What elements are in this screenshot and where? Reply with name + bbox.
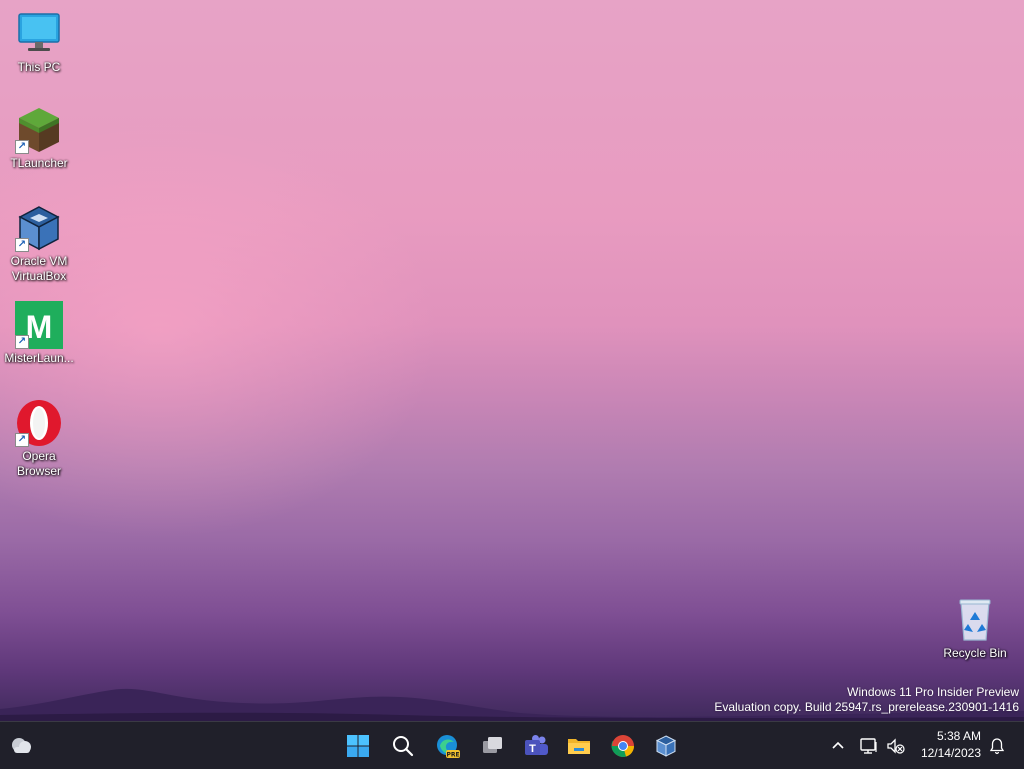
shortcut-arrow-icon: ↗ bbox=[15, 140, 29, 154]
computer-monitor-icon bbox=[15, 10, 63, 58]
desktop-icon-misterlauncher[interactable]: M ↗ MisterLaun... bbox=[1, 301, 77, 366]
shortcut-arrow-icon: ↗ bbox=[15, 238, 29, 252]
virtualbox-cube-icon: ↗ bbox=[15, 204, 63, 252]
evaluation-watermark: Windows 11 Pro Insider Preview Evaluatio… bbox=[714, 685, 1019, 715]
search-button[interactable] bbox=[387, 730, 419, 762]
search-icon bbox=[393, 736, 414, 757]
watermark-line-build: Evaluation copy. Build 25947.rs_prerelea… bbox=[714, 700, 1019, 714]
desktop-icon-virtualbox[interactable]: ↗ Oracle VM VirtualBox bbox=[1, 204, 77, 284]
green-m-icon: M ↗ bbox=[15, 301, 63, 349]
task-view-icon bbox=[483, 737, 502, 753]
recycle-bin-icon bbox=[951, 596, 999, 644]
speaker-muted-icon bbox=[887, 738, 905, 754]
chrome-button[interactable] bbox=[607, 730, 639, 762]
virtualbox-cube-icon bbox=[655, 735, 677, 757]
watermark-line-edition: Windows 11 Pro Insider Preview bbox=[847, 685, 1019, 699]
desktop-icon-label: Opera Browser bbox=[16, 449, 61, 478]
desktop-icon-tlauncher[interactable]: ↗ TLauncher bbox=[1, 106, 77, 171]
opera-o-icon: ↗ bbox=[15, 399, 63, 447]
desktop: This PC ↗ TLauncher ↗ Oracle VM VirtualB… bbox=[0, 0, 1024, 721]
clock-time: 5:38 AM bbox=[936, 729, 981, 743]
edge-pre-icon: PRE bbox=[437, 735, 460, 759]
svg-text:PRE: PRE bbox=[446, 752, 459, 759]
taskbar: PRE T 5:38 AM 12/14/2023 bbox=[0, 721, 1024, 769]
cloud-weather-icon bbox=[12, 738, 31, 753]
teams-button[interactable]: T bbox=[520, 730, 552, 762]
desktop-icon-label: This PC bbox=[17, 60, 61, 74]
file-explorer-button[interactable] bbox=[563, 730, 595, 762]
notifications-button[interactable] bbox=[981, 730, 1013, 762]
task-view-button[interactable] bbox=[476, 730, 508, 762]
bell-icon bbox=[989, 738, 1005, 755]
chevron-up-icon bbox=[832, 741, 844, 749]
shortcut-arrow-icon: ↗ bbox=[15, 335, 29, 349]
folder-icon bbox=[568, 739, 590, 754]
clock-button[interactable]: 5:38 AM 12/14/2023 bbox=[921, 728, 981, 762]
desktop-icon-this-pc[interactable]: This PC bbox=[1, 10, 77, 75]
chrome-icon bbox=[611, 735, 634, 757]
svg-text:M: M bbox=[26, 309, 53, 345]
windows-logo-icon bbox=[347, 735, 369, 757]
desktop-icon-recycle-bin[interactable]: Recycle Bin bbox=[937, 596, 1013, 661]
network-monitor-icon bbox=[860, 738, 877, 754]
desktop-icon-label: Recycle Bin bbox=[943, 646, 1007, 660]
desktop-icon-label: Oracle VM VirtualBox bbox=[10, 254, 68, 283]
start-button[interactable] bbox=[342, 730, 374, 762]
virtualbox-button[interactable] bbox=[650, 730, 682, 762]
show-hidden-icons-button[interactable] bbox=[822, 730, 854, 762]
weather-widget-button[interactable] bbox=[6, 730, 38, 762]
teams-icon: T bbox=[525, 735, 548, 755]
desktop-icon-opera[interactable]: ↗ Opera Browser bbox=[1, 399, 77, 479]
shortcut-arrow-icon: ↗ bbox=[15, 433, 29, 447]
edge-button[interactable]: PRE bbox=[432, 730, 464, 762]
volume-button[interactable] bbox=[879, 730, 911, 762]
desktop-icon-label: TLauncher bbox=[10, 156, 68, 170]
grass-block-icon: ↗ bbox=[15, 106, 63, 154]
clock-date: 12/14/2023 bbox=[920, 746, 981, 760]
desktop-icon-label: MisterLaun... bbox=[4, 351, 74, 365]
svg-text:T: T bbox=[529, 743, 536, 755]
